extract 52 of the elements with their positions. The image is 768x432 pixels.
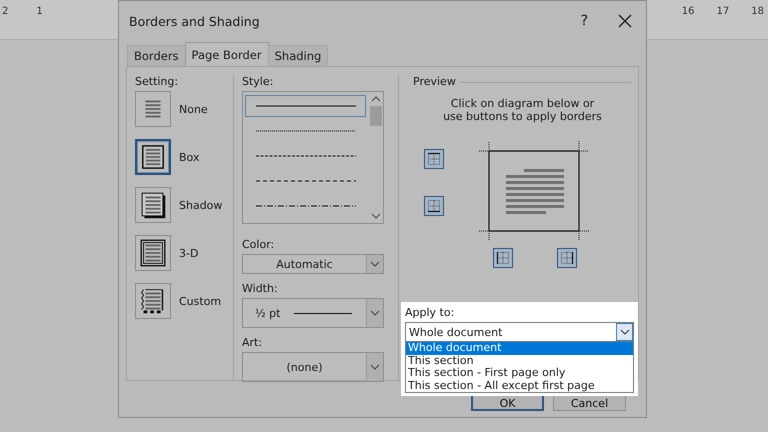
setting-button[interactable]: [135, 139, 171, 175]
scroll-thumb[interactable]: [370, 106, 382, 126]
setting-label: Box: [179, 150, 200, 164]
tab[interactable]: Borders: [127, 45, 186, 66]
setting-label: Shadow: [179, 198, 222, 212]
border-toggle-button[interactable]: [424, 149, 444, 169]
art-label: Art:: [242, 336, 264, 349]
line-style-option[interactable]: [245, 95, 366, 117]
border-toggle-button[interactable]: [424, 196, 444, 216]
ruler-number: 17: [716, 6, 730, 17]
width-dropdown[interactable]: ½ pt: [242, 298, 384, 328]
setting-button[interactable]: [135, 187, 171, 223]
ruler-number: 18: [751, 6, 764, 17]
ruler-number: 16: [682, 6, 695, 17]
chevron-icon: [370, 261, 380, 267]
setting-button[interactable]: [135, 283, 171, 319]
window-title: Borders and Shading: [129, 14, 261, 28]
dropdown-option[interactable]: This section - First page only: [406, 367, 633, 380]
apply-to-dropdown[interactable]: Whole document: [405, 322, 634, 342]
dropdown-option[interactable]: Whole document: [406, 342, 633, 354]
tab[interactable]: Page Border: [184, 42, 269, 66]
dropdown-option[interactable]: This section: [406, 354, 633, 367]
scroll-down-icon[interactable]: [370, 213, 380, 219]
border-icon: [494, 249, 512, 267]
chevron-icon: [370, 364, 380, 370]
art-dropdown[interactable]: (none): [242, 352, 384, 382]
tab[interactable]: Shading: [268, 45, 328, 66]
setting-label: Setting:: [135, 75, 180, 88]
chevron-icon: [370, 310, 380, 316]
border-icon: [558, 249, 576, 267]
chevron-icon: [620, 329, 630, 335]
color-dropdown[interactable]: Automatic: [242, 254, 384, 274]
apply-to-label: Apply to:: [405, 306, 456, 319]
page-preview-drawing[interactable]: [479, 141, 589, 241]
setting-label: 3-D: [179, 246, 198, 260]
scroll-up-icon[interactable]: [370, 96, 380, 102]
help-button[interactable]: ?: [580, 13, 588, 29]
border-icon: [425, 197, 443, 215]
preview-label: Preview: [413, 75, 456, 88]
setting-label: None: [179, 102, 208, 116]
setting-button[interactable]: [135, 235, 171, 271]
color-label: Color:: [242, 238, 276, 251]
setting-label: Custom: [179, 294, 222, 308]
preview-hint: Click on diagram below or use buttons to apply borders: [442, 97, 603, 123]
ruler-number: 2: [2, 6, 8, 17]
border-icon: [425, 150, 443, 168]
border-toggle-button[interactable]: [557, 248, 577, 268]
border-toggle-button[interactable]: [493, 248, 513, 268]
style-label: Style:: [242, 75, 274, 88]
width-label: Width:: [242, 282, 279, 295]
close-icon[interactable]: [618, 14, 632, 28]
ruler-number: 1: [36, 6, 43, 17]
